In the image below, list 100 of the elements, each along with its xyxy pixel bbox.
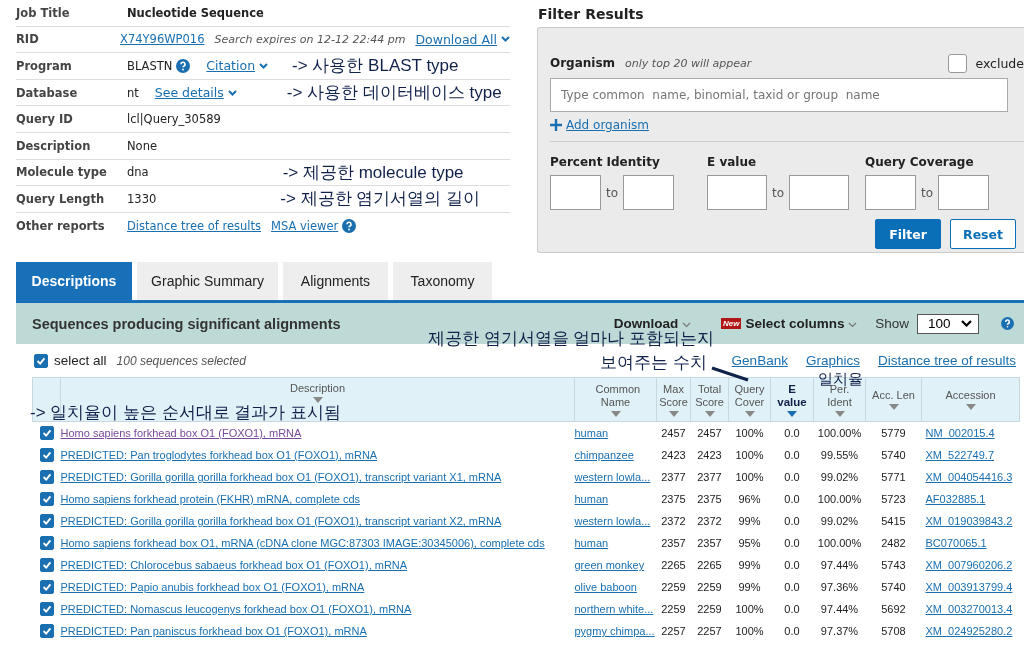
accession-link[interactable]: XM_004054416.3 (925, 471, 1013, 483)
reset-button[interactable]: Reset (950, 219, 1016, 249)
description-link[interactable]: PREDICTED: Gorilla gorilla gorilla forkhead box O1 (FOXO1), transcript variant X1, mRNA (60, 471, 502, 483)
description-link[interactable]: PREDICTED: Chlorocebus sabaeus forkhead box O1 (FOXO1), mRNA (60, 559, 408, 571)
field-label: Other reports (16, 218, 106, 233)
common-name-link[interactable]: western lowla... (574, 515, 651, 527)
show-label: Show (875, 316, 909, 331)
row-checkbox[interactable] (39, 426, 54, 441)
common-name-link[interactable]: olive baboon (574, 581, 637, 593)
description-link[interactable]: PREDICTED: Papio anubis forkhead box O1 (FOXO1), mRNA (60, 581, 365, 593)
tab[interactable]: Graphic Summary (137, 262, 278, 300)
organism-field[interactable]: Type common name, binomial, taxid or group name (550, 78, 1008, 112)
common-name-link[interactable]: human (574, 427, 609, 439)
row-checkbox[interactable] (39, 514, 54, 529)
description-link[interactable]: Homo sapiens forkhead box O1, mRNA (cDNA clone MGC:87303 IMAGE:30345006), complete cds (60, 537, 545, 549)
description-link[interactable]: PREDICTED: Nomascus leucogenys forkhead box O1 (FOXO1), mRNA (60, 603, 412, 615)
table-cell: 2259 (697, 581, 722, 593)
job-title: Nucleotide Sequence (127, 5, 264, 20)
annotation-note: -> 제공한 molecule type (282, 161, 464, 184)
accession-link[interactable]: XM_522749.7 (925, 449, 994, 461)
column-header[interactable]: Accession (945, 389, 996, 402)
description-link[interactable]: PREDICTED: Pan paniscus forkhead box O1 (FOXO1), mRNA (60, 625, 367, 637)
help-icon[interactable] (1001, 317, 1014, 330)
table-cell: 0.0 (784, 427, 800, 439)
row-checkbox[interactable] (39, 536, 54, 551)
dropdown-link[interactable]: Citation (206, 58, 269, 74)
row-checkbox[interactable] (39, 470, 54, 485)
accession-link[interactable]: XM_007960206.2 (925, 559, 1013, 571)
table-cell: 0.0 (784, 603, 800, 615)
table-cell: 5692 (881, 603, 906, 615)
accession-link[interactable]: XM_024925280.2 (925, 625, 1013, 637)
description-link[interactable]: PREDICTED: Pan troglodytes forkhead box O1 (FOXO1), mRNA (60, 449, 378, 461)
report-link[interactable]: Distance tree of results (127, 218, 261, 233)
select-all-checkbox[interactable] (34, 353, 48, 368)
description-link[interactable]: PREDICTED: Gorilla gorilla gorilla forkhead box O1 (FOXO1), transcript variant X2, mRNA (60, 515, 502, 527)
description-link[interactable]: Homo sapiens forkhead protein (FKHR) mRNA, complete cds (60, 493, 361, 505)
sort-arrow-icon (965, 404, 976, 410)
select-columns-dropdown[interactable]: Select columns (745, 316, 858, 331)
table-cell: 100% (735, 603, 764, 615)
annotation-note: -> 제공한 염기서열의 길이 (280, 188, 481, 211)
common-name-link[interactable]: chimpanzee (574, 449, 634, 461)
row-checkbox[interactable] (39, 448, 54, 463)
results-link[interactable]: GenBank (731, 353, 788, 368)
exclude-checkbox[interactable] (948, 53, 968, 73)
row-checkbox[interactable] (39, 492, 54, 507)
accession-link[interactable]: NM_002015.4 (925, 427, 995, 439)
row-checkbox[interactable] (39, 580, 54, 595)
common-name-link[interactable]: western lowla... (574, 471, 651, 483)
table-cell: 99.02% (820, 471, 859, 483)
range-max-field[interactable] (623, 175, 675, 210)
table-cell: 2423 (661, 449, 686, 461)
range-min-field[interactable] (550, 175, 601, 210)
range-label: Query Coverage (865, 155, 975, 169)
help-icon[interactable] (176, 59, 191, 73)
sort-arrow-icon (610, 410, 621, 417)
sort-arrow-icon (787, 410, 797, 417)
common-name-link[interactable]: pygmy chimpa... (574, 625, 655, 637)
accession-link[interactable]: AF032885.1 (925, 493, 986, 505)
common-name-link[interactable]: northern white... (574, 603, 654, 615)
rid-link[interactable]: X74Y96WP016 (120, 32, 205, 47)
report-link[interactable]: MSA viewer (271, 218, 339, 233)
accession-link[interactable]: XM_003270013.4 (925, 603, 1013, 615)
tab[interactable]: Descriptions (16, 262, 132, 300)
table-cell: 2372 (661, 515, 686, 527)
table-cell: 5723 (881, 493, 906, 505)
dropdown-link[interactable]: See details (154, 85, 237, 101)
sort-arrow-icon (704, 410, 715, 417)
show-select[interactable]: 100 (917, 313, 979, 334)
help-icon[interactable] (342, 218, 357, 233)
range-max-field[interactable] (938, 175, 990, 210)
tab[interactable]: Alignments (283, 262, 388, 300)
description-link[interactable]: Homo sapiens forkhead box O1 (FOXO1), mRNA (60, 427, 302, 439)
row-checkbox[interactable] (39, 602, 54, 617)
filter-button[interactable]: Filter (875, 219, 941, 249)
table-cell: 99% (738, 581, 761, 593)
range-min-field[interactable] (707, 175, 767, 210)
range-max-field[interactable] (789, 175, 850, 210)
add-organism-link[interactable]: Add organism (550, 118, 649, 132)
table-cell: 100.00% (817, 493, 862, 505)
results-link[interactable]: Graphics (805, 353, 860, 368)
range-min-field[interactable] (865, 175, 916, 210)
field-label: Molecule type (16, 165, 108, 180)
range-to-label: to (606, 185, 619, 200)
common-name-link[interactable]: human (574, 537, 609, 549)
download-all-link[interactable]: Download All (415, 31, 510, 47)
row-checkbox[interactable] (39, 624, 54, 639)
table-cell: 2357 (661, 537, 686, 549)
tab[interactable]: Taxonomy (393, 262, 492, 300)
accession-link[interactable]: XM_003913799.4 (925, 581, 1013, 593)
column-header[interactable]: Description (290, 382, 345, 395)
download-dropdown[interactable]: Download (613, 316, 691, 331)
table-cell: 100% (735, 427, 764, 439)
accession-link[interactable]: BC070065.1 (925, 537, 987, 549)
field-label: Program (16, 59, 73, 73)
table-cell: 0.0 (784, 581, 800, 593)
common-name-link[interactable]: green monkey (574, 559, 645, 571)
accession-link[interactable]: XM_019039843.2 (925, 515, 1013, 527)
common-name-link[interactable]: human (574, 493, 609, 505)
results-link[interactable]: Distance tree of results (877, 353, 1016, 368)
row-checkbox[interactable] (39, 558, 54, 573)
